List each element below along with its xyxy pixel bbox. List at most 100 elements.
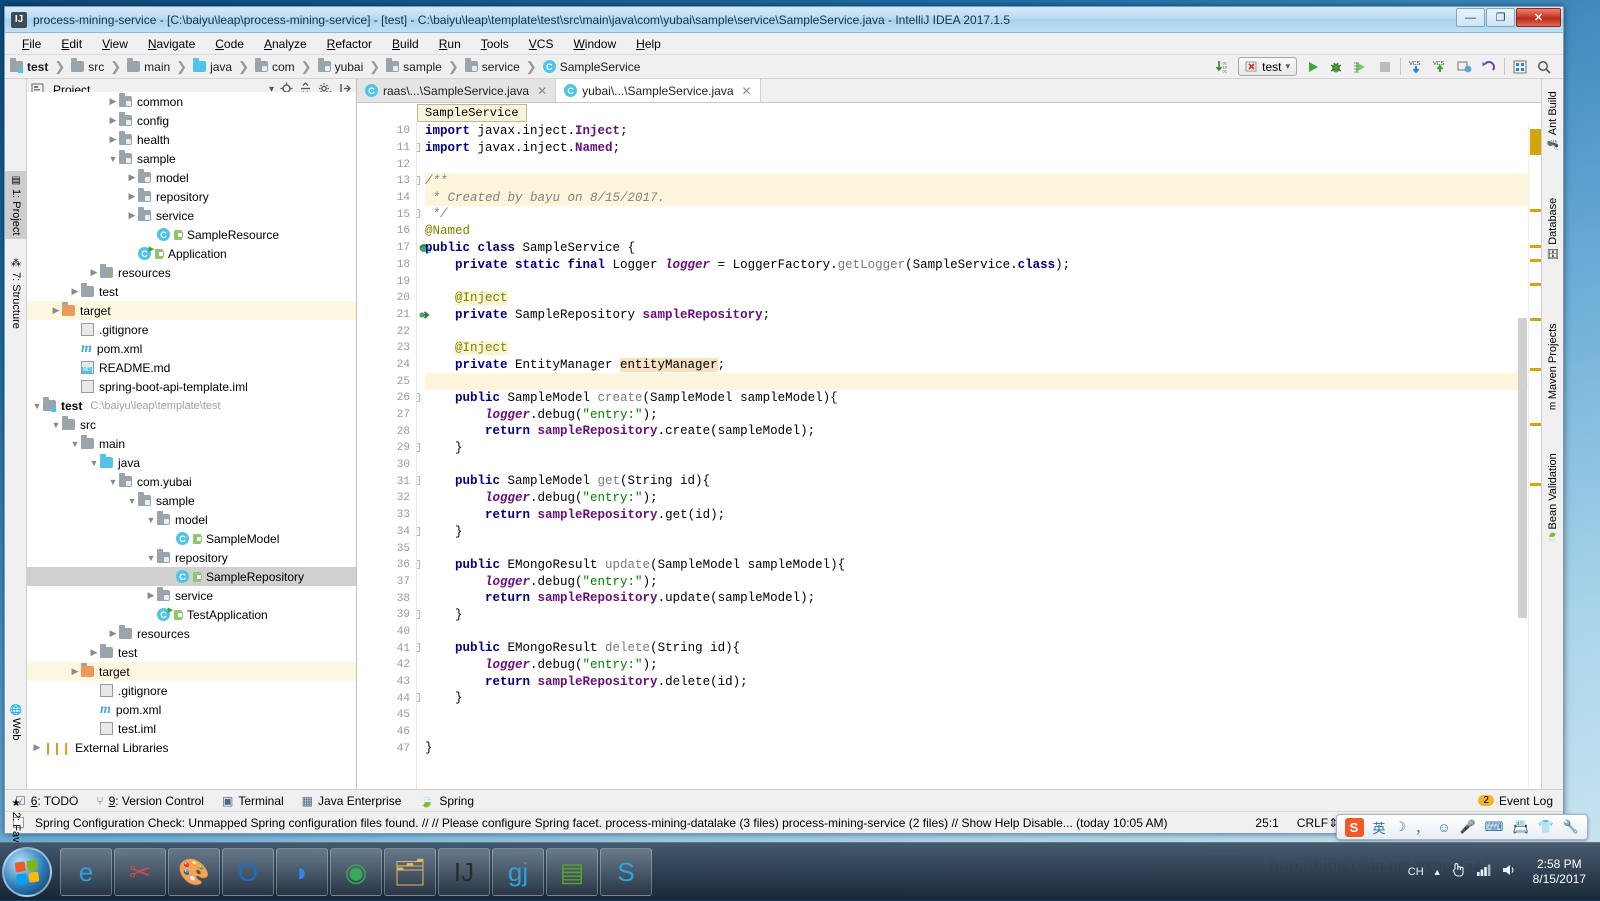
line-number[interactable]: 14 <box>357 190 416 207</box>
tree-node[interactable]: ▶health <box>27 130 356 149</box>
taskbar-app-chrome[interactable]: ◉ <box>330 848 382 896</box>
tree-node[interactable]: ▶service <box>27 586 356 605</box>
code-line[interactable] <box>425 540 1528 557</box>
error-stripe-mark[interactable] <box>1530 423 1541 426</box>
line-number[interactable]: 38 <box>357 590 416 607</box>
run-configuration-selector[interactable]: test ▾ <box>1238 57 1297 76</box>
line-number[interactable]: 28 <box>357 423 416 440</box>
taskbar-app-outlook[interactable]: O <box>222 848 274 896</box>
error-stripe-marker[interactable] <box>1528 123 1541 789</box>
tree-node[interactable]: C▶Application <box>27 244 356 263</box>
breadcrumb-item-test[interactable]: test <box>9 60 49 74</box>
line-number[interactable]: 34 <box>357 524 416 541</box>
code-line[interactable] <box>425 624 1528 641</box>
line-number[interactable]: 33 <box>357 507 416 524</box>
bottom-tool-versioncontrol[interactable]: ⑂9: Version Control <box>96 794 204 808</box>
tree-node[interactable]: ▶test <box>27 643 356 662</box>
tree-node[interactable]: ▼testC:\baiyu\leap\template\test <box>27 396 356 415</box>
line-number[interactable]: 17 <box>357 240 416 257</box>
breadcrumb-item-sample[interactable]: sample <box>385 60 443 74</box>
menu-item-navigate[interactable]: Navigate <box>139 35 204 53</box>
tree-node[interactable]: test.iml <box>27 719 356 738</box>
line-number[interactable]: 10 <box>357 123 416 140</box>
breadcrumb-item-yubai[interactable]: yubai <box>317 60 365 74</box>
error-stripe-mark[interactable] <box>1530 129 1541 155</box>
tree-node[interactable]: spring-boot-api-template.iml <box>27 377 356 396</box>
line-number[interactable]: 37 <box>357 574 416 591</box>
tree-expand-arrow[interactable]: ▼ <box>145 515 157 525</box>
close-button[interactable]: ✕ <box>1516 8 1561 27</box>
menu-item-help[interactable]: Help <box>627 35 670 53</box>
ime-button-3[interactable]: ☺ <box>1437 820 1450 835</box>
line-number[interactable]: 20 <box>357 290 416 307</box>
tree-node[interactable]: ▼src <box>27 415 356 434</box>
tree-expand-arrow[interactable]: ▶ <box>69 286 81 297</box>
code-fold-toggle[interactable]: − <box>417 176 420 185</box>
tree-node[interactable]: mpom.xml <box>27 700 356 719</box>
bottom-tool-terminal[interactable]: ▣Terminal <box>222 794 284 808</box>
tree-node[interactable]: ▶target <box>27 662 356 681</box>
tool-window-button-beanvalidation[interactable]: 🍃Bean Validation <box>1542 449 1564 548</box>
tool-window-button-web[interactable]: 🌐Web <box>5 699 27 745</box>
code-fold-toggle[interactable]: − <box>417 527 420 536</box>
close-icon[interactable]: ✕ <box>537 84 547 98</box>
code-line[interactable]: − public SampleModel create(SampleModel … <box>425 390 1528 407</box>
tree-expand-arrow[interactable]: ▼ <box>69 439 81 449</box>
tree-expand-arrow[interactable]: ▼ <box>88 458 100 468</box>
line-number[interactable]: 35 <box>357 540 416 557</box>
ime-button-5[interactable]: ⌨ <box>1485 819 1504 835</box>
tree-node[interactable]: .gitignore <box>27 320 356 339</box>
maximize-button[interactable]: ❐ <box>1486 8 1515 27</box>
line-number[interactable]: 26 <box>357 390 416 407</box>
code-line[interactable]: logger.debug("entry:"); <box>425 490 1528 507</box>
code-line[interactable] <box>425 323 1528 340</box>
line-number[interactable]: 18 <box>357 257 416 274</box>
vcs-commit-icon[interactable]: VCS <box>1432 58 1449 75</box>
tree-node[interactable]: ▶service <box>27 206 356 225</box>
error-stripe-mark[interactable] <box>1530 283 1541 286</box>
code-line[interactable]: − } <box>425 440 1528 457</box>
taskbar-app-snipping-tool[interactable]: ✂ <box>114 848 166 896</box>
code-fold-toggle[interactable]: − <box>417 610 420 619</box>
line-number[interactable]: 23 <box>357 340 416 357</box>
line-number[interactable]: 31 <box>357 473 416 490</box>
tree-node[interactable]: ▼java <box>27 453 356 472</box>
line-number[interactable]: 44 <box>357 690 416 707</box>
menu-item-code[interactable]: Code <box>206 35 253 53</box>
ime-button-1[interactable]: ☽ <box>1395 819 1407 835</box>
close-icon[interactable]: ✕ <box>742 84 752 98</box>
tree-expand-arrow[interactable]: ▶ <box>126 172 138 183</box>
line-number[interactable]: 39 <box>357 607 416 624</box>
ime-button-7[interactable]: 👕 <box>1538 819 1554 835</box>
editor-tab[interactable]: Craas\...\SampleService.java✕ <box>357 79 556 102</box>
breadcrumb-item-java[interactable]: java <box>192 60 233 74</box>
menu-item-run[interactable]: Run <box>430 35 470 53</box>
code-line[interactable]: public class SampleService { <box>425 240 1528 257</box>
tree-expand-arrow[interactable]: ▼ <box>107 154 119 164</box>
line-number[interactable]: 47 <box>357 740 416 757</box>
breadcrumb-item-src[interactable]: src <box>70 60 105 74</box>
tree-expand-arrow[interactable]: ▶ <box>69 666 81 677</box>
code-line[interactable]: logger.debug("entry:"); <box>425 407 1528 424</box>
bottom-tool-spring[interactable]: 🍃Spring <box>419 794 474 808</box>
line-number[interactable]: 25 <box>357 373 416 390</box>
line-number[interactable]: 22 <box>357 323 416 340</box>
error-stripe-mark[interactable] <box>1530 245 1541 248</box>
tool-window-button-mavenprojects[interactable]: mMaven Projects <box>1542 319 1564 414</box>
scrollbar-thumb[interactable] <box>1518 318 1527 618</box>
tree-node[interactable]: ▶≡resources <box>27 624 356 643</box>
menu-item-analyze[interactable]: Analyze <box>255 35 316 53</box>
menu-item-edit[interactable]: Edit <box>52 35 91 53</box>
line-number[interactable]: 41 <box>357 640 416 657</box>
tool-window-button-antbuild[interactable]: 🐜Ant Build <box>1542 87 1564 154</box>
tree-node[interactable]: CSampleModel <box>27 529 356 548</box>
tree-node[interactable]: ▼sample <box>27 491 356 510</box>
tree-node[interactable]: ▼repository <box>27 548 356 567</box>
tree-expand-arrow[interactable]: ▶ <box>88 647 100 658</box>
line-number[interactable]: 42 <box>357 657 416 674</box>
code-line[interactable]: −import javax.inject.Named; <box>425 140 1528 157</box>
clock[interactable]: 2:58 PM 8/15/2017 <box>1525 857 1594 887</box>
tool-window-button-project[interactable]: ▤1: Project <box>5 171 27 239</box>
editor-tab[interactable]: Cyubai\...\SampleService.java✕ <box>556 79 760 102</box>
tree-node[interactable]: ▶config <box>27 111 356 130</box>
